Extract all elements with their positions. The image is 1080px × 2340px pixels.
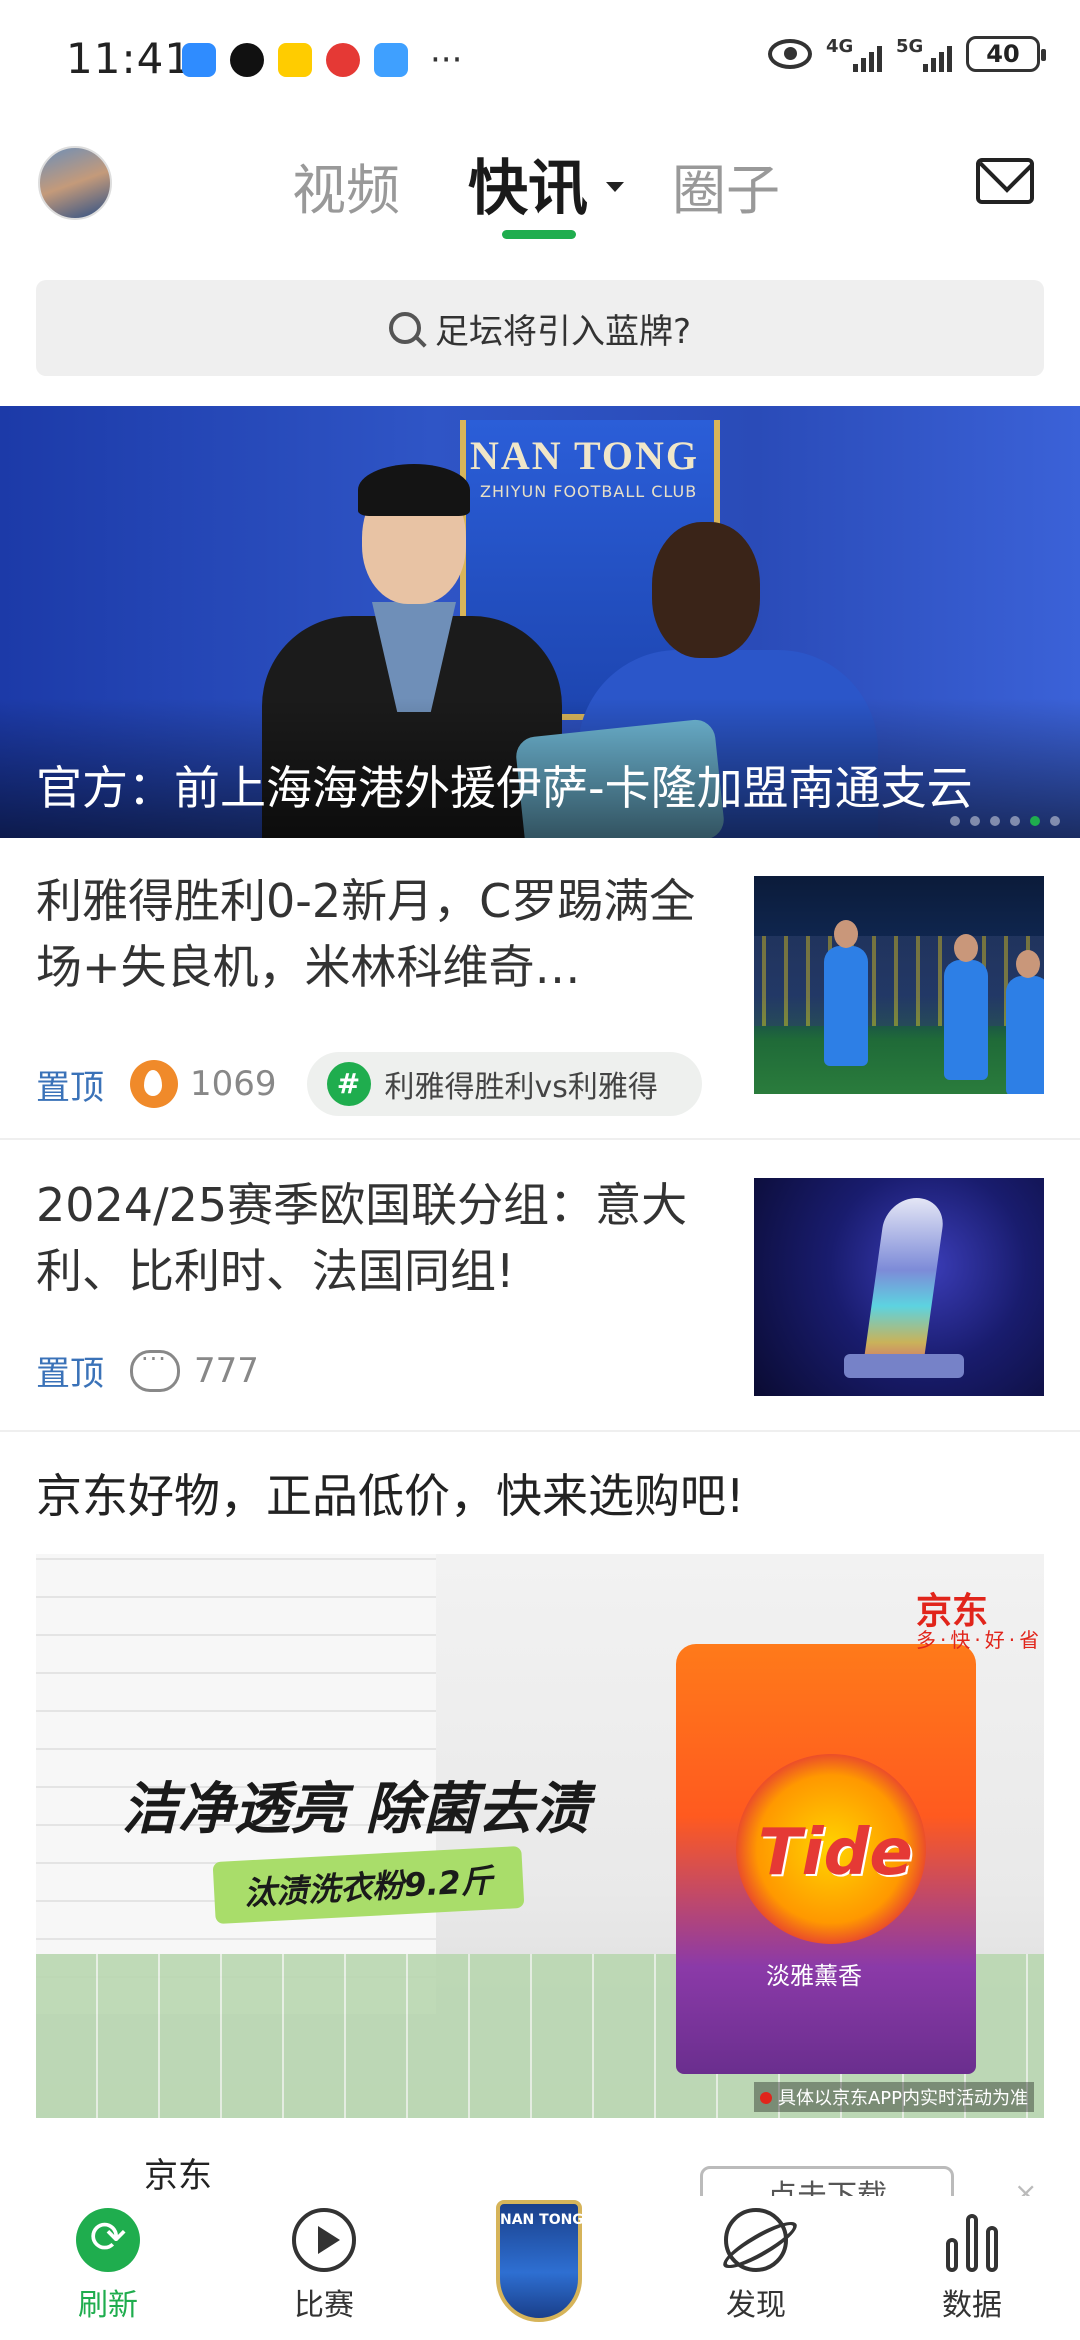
bars-icon [912,2208,1032,2272]
ad-headline: 洁净透亮 除菌去渍 [122,1777,590,1842]
battery-icon: 40 [966,36,1046,72]
comment-count: 777 [194,1350,259,1391]
banner-title: 官方：前上海海港外援伊萨-卡隆加盟南通支云 [36,761,973,815]
news-title: 2024/25赛季欧国联分组：意大利、比利时、法国同组! [36,1178,688,1298]
nav-refresh[interactable]: 刷新 [48,2208,168,2324]
pinned-label: 置顶 [36,1067,104,1108]
status-time: 11:41 [66,34,193,83]
carousel-dot[interactable] [1050,816,1060,826]
search-bar[interactable]: 足坛将引入蓝牌? [36,280,1044,376]
hash-icon: # [326,1062,371,1106]
message-icon [182,43,216,77]
carousel-dots [950,816,1060,826]
product-scent: 淡雅薰香 [766,1962,862,1990]
carousel-dot-active[interactable] [1030,816,1040,826]
chevron-down-icon[interactable] [606,182,624,192]
person-left-hair [358,464,470,516]
news-thumbnail[interactable] [754,876,1044,1094]
topic-label: 利雅得胜利vs利雅得 [384,1070,658,1105]
tab-video[interactable]: 视频 [292,146,400,225]
search-placeholder: 足坛将引入蓝牌? [434,311,692,352]
avatar[interactable] [38,146,112,220]
ad-title[interactable]: 京东好物，正品低价，快来选购吧! [36,1460,744,1526]
signal-icon-1: 4G [826,36,882,72]
trophy-base [844,1354,964,1378]
carousel-dot[interactable] [1010,816,1020,826]
search-icon [388,312,421,344]
club-logo-text: NAN TONG [500,2212,584,2228]
meituan-icon [278,43,312,77]
ad-image[interactable]: 洁净透亮 除菌去渍 汰渍洗衣粉9.2斤 Tide 淡雅薰香 京东 多·快·好·省… [36,1554,1044,2118]
network-type-2: 5G [896,36,924,57]
person-right-head [652,522,760,658]
product-brand: Tide [758,1816,913,1890]
notification-icons: ··· [182,40,462,80]
nav-label: 发现 [726,2288,786,2323]
status-bar: 11:41 ··· 4G 5G 40 [0,0,1080,120]
eye-comfort-icon [768,39,812,69]
signal-icon-2: 5G [896,36,952,72]
carousel-dot[interactable] [990,816,1000,826]
pinned-label: 置顶 [36,1354,104,1394]
nav-discover[interactable]: 发现 [696,2208,816,2324]
nav-data[interactable]: 数据 [912,2208,1032,2324]
tab-circle[interactable]: 圈子 [672,146,780,225]
headline-banner[interactable]: NAN TONG ZHIYUN FOOTBALL CLUB 官方：前上海海港外援… [0,406,1080,838]
topic-tag[interactable]: # 利雅得胜利vs利雅得 [306,1052,702,1116]
nav-label: 数据 [942,2288,1002,2323]
top-header: 视频 快讯 圈子 [0,120,1080,260]
backdrop-club-subname: ZHIYUN FOOTBALL CLUB [480,482,698,501]
active-tab-indicator [502,230,576,239]
nav-label: 刷新 [78,2288,138,2323]
play-icon [292,2208,356,2272]
status-indicators: 4G 5G 40 [768,36,1046,72]
player-figure [824,920,868,1066]
red-dot-icon [759,2092,772,2104]
fire-icon [130,1060,178,1108]
stadium-stands [754,936,1044,1026]
nav-matches[interactable]: 比赛 [264,2208,384,2324]
ad-disclaimer: 具体以京东APP内实时活动为准 [753,2082,1034,2112]
player-figure [1006,950,1044,1094]
weather-icon [374,43,408,77]
news-meta: 置顶 777 [36,1345,259,1395]
comment-icon [130,1345,180,1392]
mail-icon[interactable] [976,158,1034,204]
planet-icon [724,2208,788,2272]
refresh-icon [76,2208,140,2272]
app-icon [326,43,360,77]
ad-disclaimer-text: 具体以京东APP内实时活动为准 [777,2088,1028,2109]
network-type-1: 4G [826,36,854,57]
nav-label: 比赛 [294,2288,354,2323]
jd-slogan: 多·快·好·省 [916,1628,1044,1652]
ad-source: 京东 [144,2156,212,2196]
trophy-image [861,1198,947,1378]
heat-count: 1069 [190,1064,277,1104]
carousel-dot[interactable] [950,816,960,826]
qq-icon [230,43,264,77]
news-thumbnail[interactable] [754,1178,1044,1396]
backdrop-club-name: NAN TONG [470,433,700,478]
carousel-dot[interactable] [970,816,980,826]
news-meta: 置顶 1069 # 利雅得胜利vs利雅得 [36,1052,702,1116]
player-figure [944,934,988,1080]
tab-news-flash[interactable]: 快讯 [468,140,588,227]
more-notifications: ··· [430,40,463,80]
news-title: 利雅得胜利0-2新月，C罗踢满全场+失良机，米林科维奇… [36,874,696,994]
